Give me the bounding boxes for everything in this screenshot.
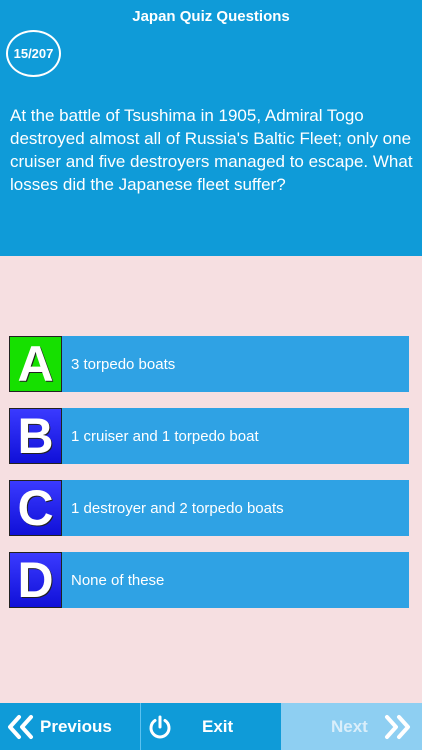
answer-letter-a: A bbox=[9, 336, 62, 392]
question-header: Japan Quiz Questions 15/207 At the battl… bbox=[0, 0, 422, 256]
previous-button[interactable]: Previous bbox=[0, 703, 140, 750]
answer-text-c: 1 destroyer and 2 torpedo boats bbox=[71, 499, 284, 517]
answer-option-b[interactable]: B 1 cruiser and 1 torpedo boat bbox=[9, 408, 409, 464]
next-button[interactable]: Next bbox=[281, 703, 422, 750]
app-title: Japan Quiz Questions bbox=[132, 8, 290, 25]
double-chevron-left-icon bbox=[8, 714, 33, 739]
power-icon bbox=[149, 715, 171, 738]
question-text: At the battle of Tsushima in 1905, Admir… bbox=[10, 106, 413, 194]
exit-label: Exit bbox=[202, 716, 234, 736]
answer-list: A 3 torpedo boats B 1 cruiser and 1 torp… bbox=[9, 336, 409, 624]
exit-button[interactable]: Exit bbox=[140, 703, 281, 750]
double-chevron-right-icon bbox=[384, 714, 410, 739]
answer-option-a[interactable]: A 3 torpedo boats bbox=[9, 336, 409, 392]
progress-indicator: 15/207 bbox=[6, 30, 61, 77]
answer-text-a: 3 torpedo boats bbox=[71, 355, 176, 373]
answer-option-c[interactable]: C 1 destroyer and 2 torpedo boats bbox=[9, 480, 409, 536]
answer-letter-c: C bbox=[9, 480, 62, 536]
footer-bar: Previous Exit Next bbox=[0, 703, 422, 750]
answer-text-d: None of these bbox=[71, 571, 165, 589]
answer-letter-b: B bbox=[9, 408, 62, 464]
answer-text-b: 1 cruiser and 1 torpedo boat bbox=[71, 427, 259, 445]
answer-letter-d: D bbox=[9, 552, 62, 608]
next-label: Next bbox=[331, 716, 368, 736]
previous-label: Previous bbox=[40, 716, 112, 736]
answer-option-d[interactable]: D None of these bbox=[9, 552, 409, 608]
